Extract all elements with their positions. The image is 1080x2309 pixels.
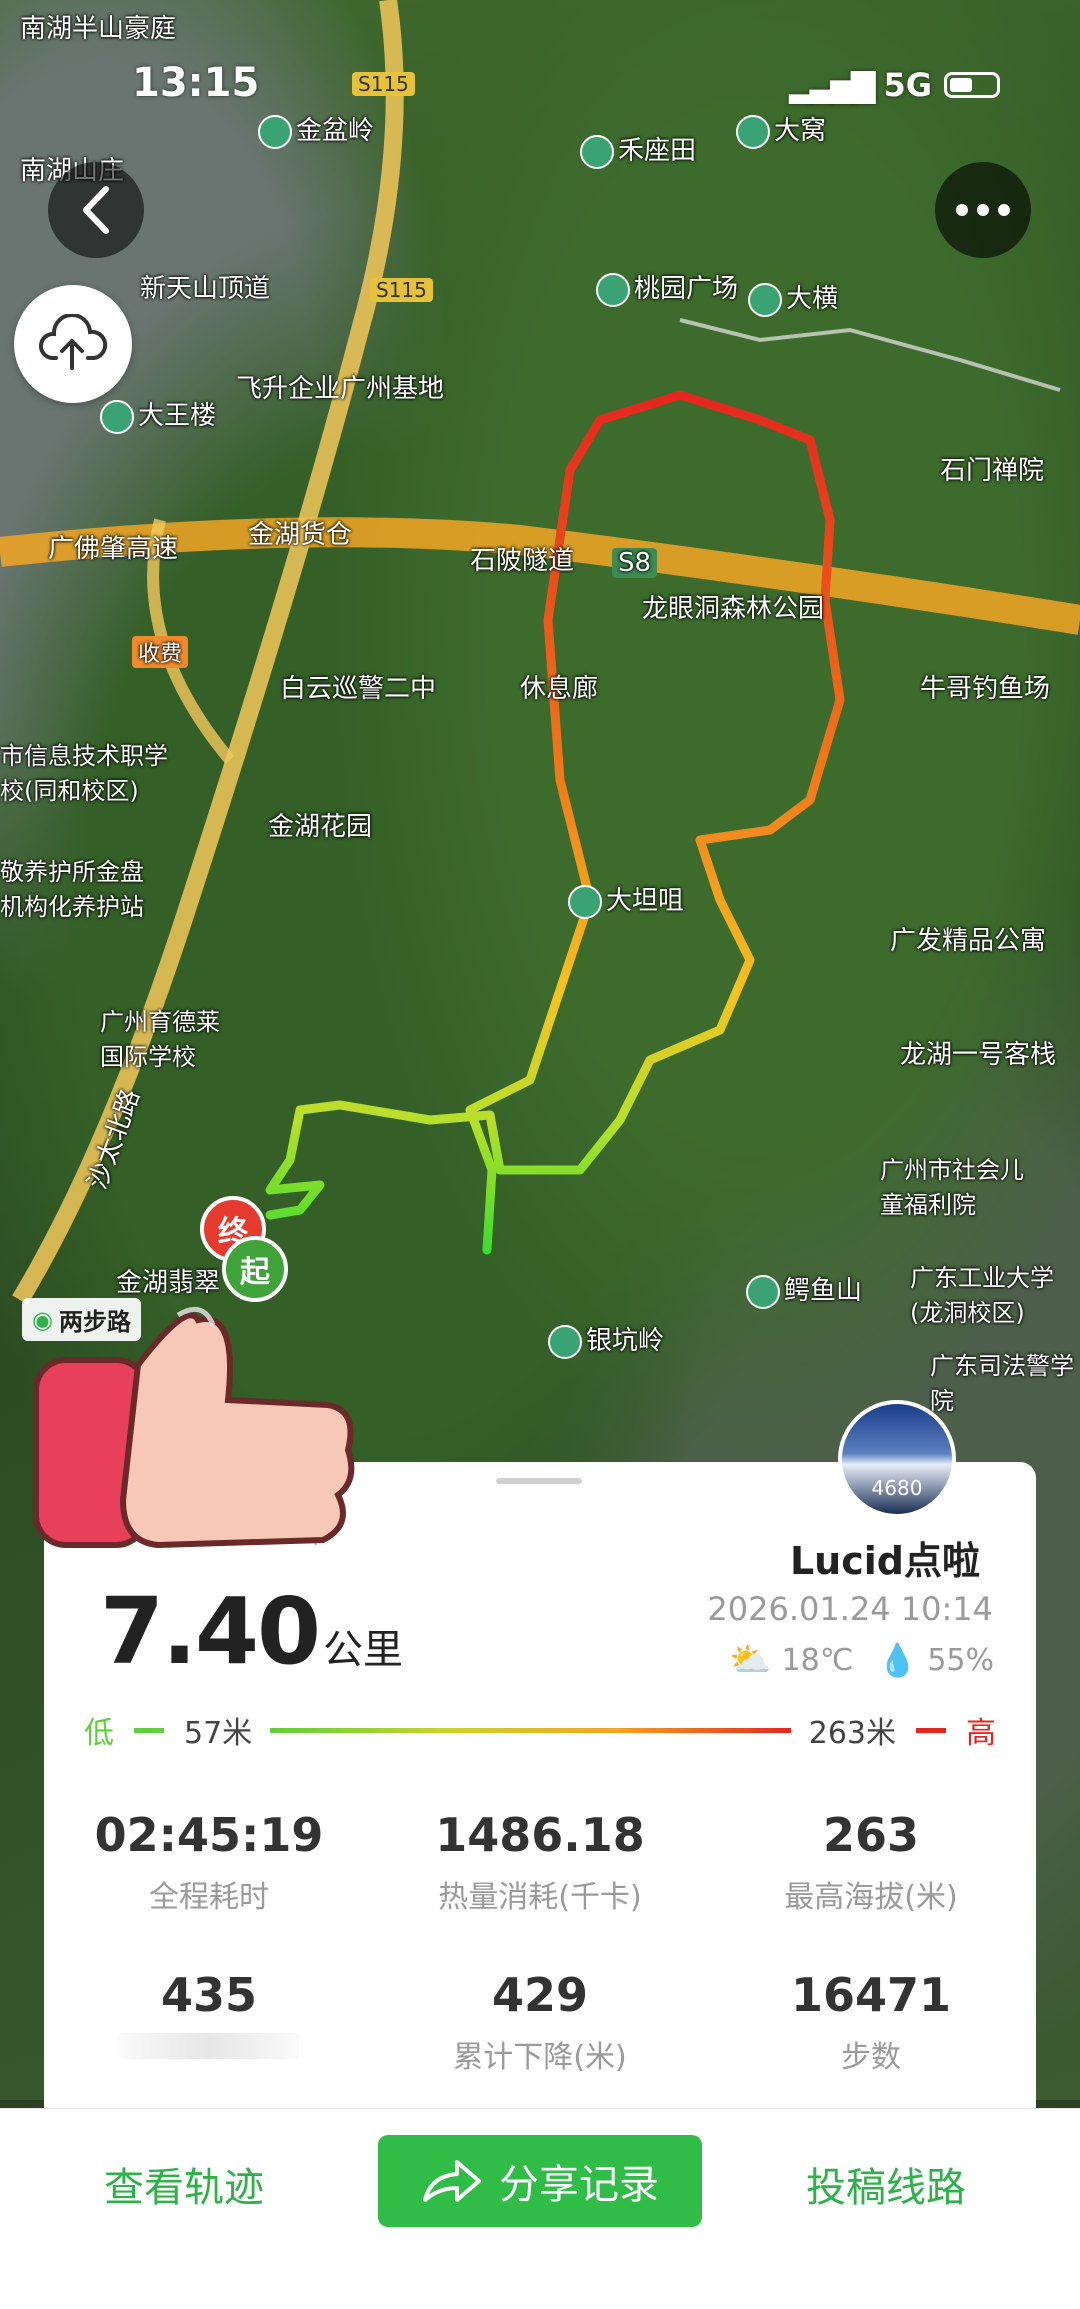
stat-steps: 16471 步数	[790, 1968, 952, 2075]
status-indicators: ▂▃▅▇ 5G	[789, 66, 1000, 104]
avatar[interactable]: 4680	[838, 1400, 956, 1518]
poi-label: 大王楼	[100, 395, 216, 434]
temperature: 18℃	[781, 1642, 854, 1678]
mountain-icon	[100, 399, 134, 434]
weather-info: ⛅ 18℃ 💧 55%	[729, 1640, 994, 1680]
username[interactable]: Lucid点啦	[790, 1530, 980, 1585]
poi-label: 桃园广场	[596, 268, 738, 307]
poi-label: 龙眼洞森林公园	[642, 594, 825, 624]
mountain-icon	[748, 282, 782, 317]
share-record-button[interactable]: 分享记录	[378, 2135, 702, 2227]
share-label: 分享记录	[499, 2162, 659, 2208]
low-dash	[134, 1727, 164, 1733]
poi-label: 银坑岭	[548, 1320, 664, 1359]
poi-label: 市信息技术职学校(同和校区)	[0, 742, 168, 805]
status-time: 13:15	[132, 60, 260, 106]
road-sign: S115	[352, 72, 415, 96]
view-track-button[interactable]: 查看轨迹	[104, 2155, 264, 2213]
elevation-low-value: 57米	[184, 1716, 253, 1751]
humidity: 55%	[927, 1642, 994, 1678]
poi-label: 牛哥钓鱼场	[920, 674, 1051, 704]
poi-label: 白云巡警二中	[280, 674, 437, 704]
tree-icon	[596, 272, 630, 307]
mountain-icon	[548, 1324, 582, 1359]
poi-label: 广佛肇高速	[48, 534, 179, 564]
mountain-icon	[258, 114, 292, 149]
humidity-icon: 💧	[877, 1641, 918, 1679]
distance-unit: 公里	[323, 1627, 403, 1673]
blurred-label	[119, 2033, 299, 2059]
stat-ascent: 435	[44, 1968, 374, 2067]
poi-label: 广发精品公寓	[890, 926, 1047, 956]
bottom-action-bar: 查看轨迹 分享记录 投稿线路	[0, 2108, 1080, 2309]
signal-icon: ▂▃▅▇	[789, 66, 875, 104]
elevation-gradient-bar	[270, 1727, 791, 1733]
poi-label: 禾座田	[580, 130, 696, 169]
elevation-high-value: 263米	[808, 1716, 896, 1751]
poi-label: S8	[612, 548, 658, 578]
elevation-legend: 低 57米 263米 高	[84, 1708, 996, 1752]
mountain-icon	[746, 1274, 780, 1309]
poi-label: 敬养护所金盘机构化养护站	[0, 858, 144, 921]
more-dots-icon	[956, 204, 968, 216]
poi-label: 广东工业大学(龙洞校区)	[910, 1264, 1054, 1327]
cloud-upload-button[interactable]	[14, 285, 132, 403]
poi-label: 新天山顶道	[140, 274, 271, 304]
poi-label: 石陂隧道	[470, 546, 575, 576]
mountain-icon	[580, 134, 614, 169]
poi-label: 大窝	[736, 110, 826, 149]
poi-label: 休息廊	[520, 674, 599, 704]
high-dash	[916, 1727, 946, 1733]
poi-label: 大横	[748, 278, 838, 317]
poi-label: 金湖花园	[268, 812, 373, 842]
stat-duration: 02:45:19 全程耗时	[94, 1808, 324, 1915]
record-datetime: 2026.01.24 10:14	[707, 1590, 993, 1628]
avatar-caption: 4680	[871, 1476, 923, 1500]
poi-label: 飞升企业广州基地	[236, 374, 445, 404]
chevron-left-icon	[83, 186, 109, 234]
poi-label: 鳄鱼山	[746, 1270, 862, 1309]
stat-descent: 429 累计下降(米)	[453, 1968, 627, 2075]
submit-route-button[interactable]: 投稿线路	[806, 2155, 966, 2213]
poi-label: 广州市社会儿童福利院	[880, 1156, 1024, 1219]
stat-calories: 1486.18 热量消耗(千卡)	[435, 1808, 645, 1915]
road-sign: S115	[370, 278, 433, 302]
back-button[interactable]	[48, 162, 144, 258]
poi-label: 金盆岭	[258, 110, 374, 149]
share-arrow-icon	[423, 2160, 481, 2202]
poi-label: 金湖货仓	[248, 520, 353, 550]
partly-cloudy-icon: ⛅	[729, 1640, 772, 1680]
mountain-icon	[736, 114, 770, 149]
more-options-button[interactable]	[935, 162, 1031, 258]
network-type: 5G	[883, 66, 932, 104]
poi-label: 收费	[132, 636, 189, 668]
thumbs-up-sticker	[33, 1306, 355, 1549]
mountain-icon	[568, 884, 602, 919]
distance-value: 7.40	[100, 1578, 321, 1685]
elevation-low-label: 低	[84, 1716, 114, 1751]
poi-label: 南湖半山豪庭	[20, 14, 177, 44]
poi-label: 石门禅院	[940, 456, 1045, 486]
poi-label: 大坦咀	[568, 880, 684, 919]
distance: 7.40 公里	[100, 1578, 403, 1685]
cloud-upload-icon	[39, 314, 108, 370]
poi-label: 龙湖一号客栈	[900, 1040, 1057, 1070]
drag-handle[interactable]	[496, 1478, 582, 1484]
poi-label: 广州育德莱国际学校	[100, 1008, 220, 1071]
stat-max-altitude: 263 最高海拔(米)	[784, 1808, 958, 1915]
battery-icon	[944, 72, 1000, 98]
poi-label: 广东司法警学院	[930, 1352, 1074, 1415]
elevation-high-label: 高	[966, 1716, 996, 1751]
